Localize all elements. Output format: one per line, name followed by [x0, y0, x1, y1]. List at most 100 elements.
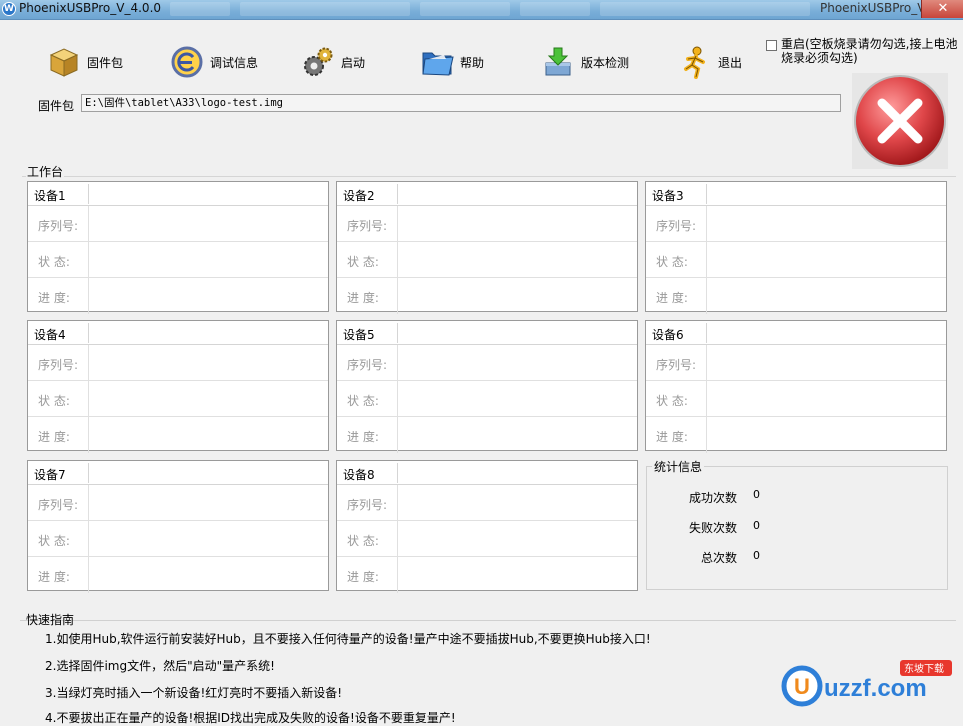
- toolbar-version-button[interactable]: 版本检测: [541, 42, 629, 82]
- device-header: 设备7: [28, 461, 328, 485]
- reboot-checkbox[interactable]: [766, 40, 777, 51]
- device-panel-7: 设备7 序列号: 状 态: 进 度:: [27, 460, 329, 593]
- device-row-serial: 序列号:: [28, 206, 328, 242]
- row-separator: [397, 345, 398, 380]
- device-header: 设备4: [28, 321, 328, 345]
- header-separator: [88, 184, 89, 204]
- running-man-icon: [684, 46, 705, 79]
- row-separator: [88, 278, 89, 314]
- device-panel-1: 设备1 序列号: 状 态: 进 度:: [27, 181, 329, 314]
- device-serial-label: 序列号:: [347, 219, 388, 233]
- row-separator: [88, 485, 89, 520]
- device-row-serial: 序列号:: [337, 345, 637, 381]
- app-icon: W: [2, 2, 16, 16]
- toolbar-start-button[interactable]: 启动: [301, 42, 365, 82]
- toolbar-exit-button[interactable]: 退出: [678, 42, 742, 82]
- device-row-serial: 序列号:: [28, 345, 328, 381]
- svg-text:U: U: [794, 674, 810, 699]
- device-serial-label: 序列号:: [38, 498, 79, 512]
- device-name: 设备7: [34, 468, 66, 482]
- device-status-label: 状 态:: [38, 534, 70, 548]
- device-name: 设备1: [34, 189, 66, 203]
- device-name: 设备8: [343, 468, 375, 482]
- row-separator: [88, 417, 89, 453]
- device-serial-label: 序列号:: [38, 358, 79, 372]
- watermark-text: uzzf.com: [824, 675, 927, 702]
- device-row-status: 状 态:: [337, 521, 637, 557]
- device-row-serial: 序列号:: [337, 485, 637, 521]
- taskbar-ghost: [520, 2, 590, 16]
- total-count-label: 总次数: [700, 551, 737, 565]
- guide-item: 1.如使用Hub,软件运行前安装好Hub，且不要接入任何待量产的设备!量产中途不…: [45, 632, 651, 646]
- device-status-label: 状 态:: [347, 255, 379, 269]
- row-separator: [706, 345, 707, 380]
- device-row-status: 状 态:: [28, 381, 328, 417]
- firmware-label: 固件包: [38, 99, 75, 113]
- device-serial-label: 序列号:: [656, 219, 697, 233]
- close-window-button[interactable]: ✕: [921, 0, 963, 18]
- device-header: 设备6: [646, 321, 946, 345]
- success-count-label: 成功次数: [688, 491, 737, 505]
- device-serial-label: 序列号:: [347, 358, 388, 372]
- device-panel-5: 设备5 序列号: 状 态: 进 度:: [336, 320, 638, 453]
- guide-item: 3.当绿灯亮时插入一个新设备!红灯亮时不要插入新设备!: [45, 686, 343, 700]
- guide-item: 4.不要拔出正在量产的设备!根据ID找出完成及失败的设备!设备不要重复量产!: [45, 711, 456, 725]
- device-name: 设备2: [343, 189, 375, 203]
- device-row-status: 状 态:: [646, 242, 946, 278]
- row-separator: [88, 381, 89, 416]
- fail-count-value: 0: [753, 519, 760, 532]
- row-separator: [397, 485, 398, 520]
- device-row-serial: 序列号:: [337, 206, 637, 242]
- device-row-serial: 序列号:: [646, 345, 946, 381]
- device-row-progress: 进 度:: [28, 417, 328, 453]
- taskbar-ghost: [170, 2, 230, 16]
- device-progress-label: 进 度:: [38, 430, 70, 444]
- workbench-frame-line: [22, 176, 956, 177]
- guide-item: 2.选择固件img文件，然后"启动"量产系统!: [45, 659, 275, 673]
- device-status-label: 状 态:: [656, 255, 688, 269]
- toolbar-firmware-label: 固件包: [87, 55, 124, 70]
- device-progress-label: 进 度:: [38, 570, 70, 584]
- debug-icon: [171, 46, 203, 78]
- toolbar-help-button[interactable]: 帮助: [420, 42, 484, 82]
- header-separator: [397, 323, 398, 343]
- device-serial-label: 序列号:: [656, 358, 697, 372]
- device-row-progress: 进 度:: [337, 557, 637, 593]
- device-row-status: 状 态:: [28, 521, 328, 557]
- row-separator: [88, 242, 89, 277]
- watermark-badge: 东坡下载: [904, 662, 944, 675]
- row-separator: [88, 206, 89, 241]
- toolbar-debug-button[interactable]: 调试信息: [170, 42, 258, 82]
- device-progress-label: 进 度:: [347, 570, 379, 584]
- device-row-progress: 进 度:: [646, 278, 946, 314]
- device-status-label: 状 态:: [656, 394, 688, 408]
- device-panel-2: 设备2 序列号: 状 态: 进 度:: [336, 181, 638, 314]
- firmware-path-field[interactable]: E:\固件\tablet\A33\logo-test.img: [81, 94, 841, 112]
- device-name: 设备3: [652, 189, 684, 203]
- stats-panel: 成功次数 0 失败次数 0 总次数 0: [646, 466, 948, 590]
- toolbar-exit-label: 退出: [718, 55, 743, 70]
- device-progress-label: 进 度:: [38, 291, 70, 305]
- row-separator: [397, 206, 398, 241]
- device-panel-3: 设备3 序列号: 状 态: 进 度:: [645, 181, 947, 314]
- toolbar-help-label: 帮助: [460, 55, 485, 70]
- toolbar-firmware-button[interactable]: 固件包: [47, 42, 123, 82]
- row-separator: [88, 557, 89, 593]
- device-status-label: 状 态:: [347, 534, 379, 548]
- red-x-icon: [852, 73, 948, 169]
- device-header: 设备3: [646, 182, 946, 206]
- device-row-progress: 进 度:: [28, 557, 328, 593]
- device-serial-label: 序列号:: [38, 219, 79, 233]
- row-separator: [397, 381, 398, 416]
- title-bar: W PhoenixUSBPro_V_4.0.0 PhoenixUSBPro_V_…: [0, 0, 963, 20]
- toolbar-start-label: 启动: [341, 55, 366, 70]
- taskbar-ghost: [420, 2, 510, 16]
- workbench-caption: 工作台: [26, 163, 65, 180]
- row-separator: [397, 278, 398, 314]
- device-serial-label: 序列号:: [347, 498, 388, 512]
- device-row-progress: 进 度:: [646, 417, 946, 453]
- toolbar-debug-label: 调试信息: [210, 55, 259, 70]
- device-progress-label: 进 度:: [347, 291, 379, 305]
- device-row-status: 状 态:: [28, 242, 328, 278]
- device-header: 设备5: [337, 321, 637, 345]
